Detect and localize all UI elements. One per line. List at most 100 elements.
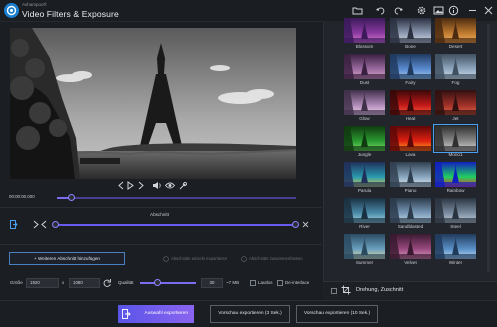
prev-frame-icon[interactable] — [117, 181, 125, 190]
filter-thumb-piano[interactable] — [390, 162, 431, 187]
filter-label: Dust — [359, 80, 370, 85]
info-icon[interactable] — [448, 5, 459, 16]
filter-thumb-desert[interactable] — [435, 18, 476, 43]
quality-slider-handle[interactable] — [154, 279, 161, 286]
section-prev-icon[interactable] — [33, 220, 39, 229]
filter-thumb-jet[interactable] — [435, 90, 476, 115]
filter-label: Sandblasted — [397, 224, 424, 229]
filter-label: Fairy — [405, 80, 416, 85]
filter-panel-scrollbar[interactable] — [487, 24, 490, 272]
merge-sections-radio[interactable] — [241, 256, 247, 262]
filter-thumb-dust[interactable] — [344, 54, 385, 79]
filter-label: Glow — [359, 116, 370, 121]
quality-label: Qualität — [118, 280, 134, 285]
filter-thumb-lava[interactable] — [390, 126, 431, 151]
filter-label: Bone — [405, 44, 416, 49]
section-export-icon[interactable] — [10, 220, 18, 229]
folder-icon[interactable] — [352, 5, 363, 16]
video-preview[interactable] — [10, 28, 296, 179]
merge-sections-label: Abschnitte zusammenfassen — [249, 256, 303, 261]
export-selection-button[interactable]: Auswahl exportieren — [118, 305, 194, 323]
filter-thumb-rainbow[interactable] — [435, 162, 476, 187]
filter-thumb-parula[interactable] — [344, 162, 385, 187]
lautlos-label: Lautlos — [258, 280, 273, 285]
crop-icon — [341, 285, 351, 295]
app-title: Video Filters & Exposure — [22, 9, 119, 19]
quality-slider[interactable] — [140, 282, 196, 284]
filter-thumb-heat[interactable] — [390, 90, 431, 115]
gear-icon[interactable] — [416, 5, 427, 16]
filter-thumb-sandblasted[interactable] — [390, 198, 431, 223]
close-icon[interactable] — [483, 5, 494, 16]
rotation-crop-label: Drehung, Zuschnitt — [356, 287, 404, 293]
export-separately-label: Abschnitte einzeln exportieren — [171, 256, 228, 261]
lautlos-checkbox[interactable] — [250, 280, 256, 286]
filter-thumb-winter[interactable] — [435, 234, 476, 259]
filter-label: Fog — [451, 80, 460, 85]
filter-label: Jet — [452, 116, 459, 121]
filter-label: River — [359, 224, 370, 229]
section-start-handle[interactable] — [52, 221, 59, 228]
rotation-crop-checkbox[interactable] — [331, 288, 337, 294]
image-icon[interactable] — [433, 5, 444, 16]
filter-thumb-fairy[interactable] — [390, 54, 431, 79]
pipette-icon[interactable] — [179, 181, 188, 190]
filter-thumb-summer[interactable] — [344, 234, 385, 259]
filter-label: Heat — [405, 116, 416, 121]
filter-label: Summer — [355, 260, 374, 265]
app-logo-icon — [4, 3, 19, 18]
filter-label: Winter — [448, 260, 463, 265]
undo-icon[interactable] — [375, 5, 386, 16]
deinterlace-checkbox[interactable] — [277, 280, 283, 286]
section-label: Abschnitt — [150, 212, 169, 217]
filter-label: Rainbow — [446, 188, 465, 193]
export-selection-label: Auswahl exportieren — [144, 311, 188, 316]
filter-thumb-glow[interactable] — [344, 90, 385, 115]
section-remove-icon[interactable] — [302, 221, 309, 228]
timecode: 00:00:00.000 — [9, 194, 35, 199]
redo-icon[interactable] — [393, 5, 404, 16]
filter-label: Steel — [450, 224, 461, 229]
filter-thumb-blossom[interactable] — [344, 18, 385, 43]
section-next-icon[interactable] — [41, 220, 47, 229]
filter-label: Lava — [405, 152, 416, 157]
filter-label: Parula — [357, 188, 372, 193]
play-icon[interactable] — [126, 181, 134, 190]
seek-handle[interactable] — [68, 194, 75, 201]
volume-icon[interactable] — [152, 181, 162, 190]
width-input[interactable]: 1920 — [26, 278, 59, 288]
size-x-label: x — [62, 280, 65, 285]
filter-label: Piano — [404, 188, 417, 193]
filter-label: Blossom — [355, 44, 374, 49]
filter-thumb-velvet[interactable] — [390, 234, 431, 259]
filter-label: Desert — [448, 44, 463, 49]
export-icon — [122, 309, 131, 319]
size-label: Größe — [10, 280, 23, 285]
deinterlace-label: De-interlace — [285, 280, 310, 285]
eye-icon[interactable] — [165, 181, 175, 190]
filter-thumb-steel[interactable] — [435, 198, 476, 223]
filter-label: Mono1 — [448, 152, 463, 157]
add-section-button[interactable]: + Weiteren Abschnitt hinzufügen — [9, 252, 125, 265]
filter-thumb-river[interactable] — [344, 198, 385, 223]
minimize-icon[interactable] — [467, 5, 478, 16]
quality-input[interactable]: 30 — [201, 278, 223, 288]
seek-bar[interactable] — [57, 197, 296, 199]
divider — [0, 244, 322, 245]
next-frame-icon[interactable] — [137, 181, 145, 190]
preview-export-3s-button[interactable]: Vorschau exportieren (3 Sek.) — [210, 305, 290, 323]
export-separately-radio[interactable] — [163, 256, 169, 262]
preview-export-10s-button[interactable]: Vorschau exportieren (10 Sek.) — [296, 305, 378, 323]
filter-thumb-mono1[interactable] — [433, 124, 478, 153]
section-range-track[interactable] — [56, 224, 296, 226]
reset-size-icon[interactable] — [102, 278, 112, 288]
filter-label: Jungle — [357, 152, 372, 157]
height-input[interactable]: 1080 — [69, 278, 100, 288]
size-estimate: ~7 MB — [226, 280, 240, 285]
filter-thumb-fog[interactable] — [435, 54, 476, 79]
filter-thumb-jungle[interactable] — [344, 126, 385, 151]
filter-thumb-bone[interactable] — [390, 18, 431, 43]
section-end-handle[interactable] — [292, 221, 299, 228]
divider — [0, 207, 322, 208]
brand-label: Ashampoo® — [22, 2, 47, 7]
